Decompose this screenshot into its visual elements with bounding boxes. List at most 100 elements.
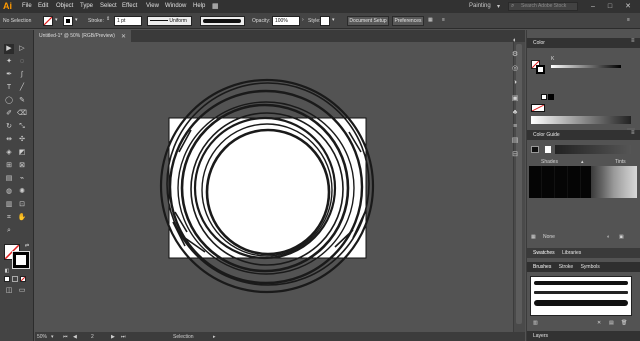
chevron-down-icon[interactable]: ▾ <box>51 334 54 340</box>
appearance-panel-icon[interactable]: ◎ <box>510 64 520 74</box>
stroke-swatch[interactable] <box>536 65 545 74</box>
default-colors-icon[interactable]: ◧ <box>2 266 12 276</box>
stroke-swatch[interactable] <box>63 16 73 26</box>
pen-tool-icon[interactable]: ✒ <box>4 70 14 80</box>
tab-brushes[interactable]: Brushes <box>533 264 551 270</box>
transparency-panel-icon[interactable]: ◑ <box>510 78 520 88</box>
panel-menu-icon[interactable]: ≡ <box>631 38 635 44</box>
artboard-number[interactable]: 2 <box>91 334 94 340</box>
menu-type[interactable]: Type <box>80 3 93 9</box>
panel-menu-icon[interactable]: ≡ <box>631 130 635 136</box>
menu-edit[interactable]: Edit <box>38 3 48 9</box>
black-swatch[interactable] <box>548 94 554 100</box>
chevron-right-icon[interactable]: › <box>302 17 304 23</box>
blend-tool-icon[interactable]: ◍ <box>4 187 14 197</box>
document-tab[interactable]: Untitled-1* @ 50% (RGB/Preview) <box>35 30 131 42</box>
stroke-panel-icon[interactable]: ≡ <box>510 122 520 132</box>
workspace-grid-icon[interactable]: ▦ <box>212 2 219 10</box>
gradient-panel-icon[interactable]: ▤ <box>510 136 520 146</box>
shape-builder-tool-icon[interactable]: ◈ <box>4 148 14 158</box>
width-tool-icon[interactable]: ⇹ <box>4 135 14 145</box>
rotate-tool-icon[interactable]: ↻ <box>4 122 14 132</box>
brush-libraries-icon[interactable]: ▥ <box>533 320 538 326</box>
chevron-down-icon[interactable]: ▾ <box>332 17 335 23</box>
curvature-tool-icon[interactable]: ∫ <box>17 70 27 80</box>
menu-window[interactable]: Window <box>165 3 186 9</box>
gradient-mode-icon[interactable] <box>12 276 18 282</box>
selection-tool-icon[interactable]: ▶ <box>4 44 14 54</box>
gradient-tool-icon[interactable]: ▤ <box>4 174 14 184</box>
line-tool-icon[interactable]: ╱ <box>17 83 27 93</box>
style-label[interactable]: Style: <box>308 18 321 24</box>
align-icon[interactable]: ≡ <box>442 17 445 23</box>
menu-help[interactable]: Help <box>193 3 205 9</box>
artwork-canvas[interactable] <box>35 42 513 332</box>
chevron-down-icon[interactable]: ▾ <box>75 17 78 23</box>
workspace-switcher[interactable]: Painting <box>469 3 491 9</box>
stepper-icon[interactable]: ⇕ <box>106 16 110 22</box>
edit-colors-icon[interactable]: ◐ <box>607 234 610 240</box>
shaper-tool-icon[interactable]: ✐ <box>4 109 14 119</box>
tab-symbols[interactable]: Symbols <box>581 264 600 270</box>
color-guide-header[interactable]: Color Guide <box>527 130 640 140</box>
drawing-modes-icon[interactable]: ◫ <box>4 286 14 296</box>
opacity-field[interactable]: 100% <box>272 16 300 26</box>
tints-grid[interactable] <box>591 166 637 198</box>
brush-library-list[interactable] <box>530 276 632 316</box>
next-artboard-icon[interactable]: ▶ <box>111 334 115 340</box>
tab-stroke[interactable]: Stroke <box>559 264 573 270</box>
graphic-styles-panel-icon[interactable]: ▣ <box>510 94 520 104</box>
menu-select[interactable]: Select <box>100 3 117 9</box>
color-mode-icon[interactable] <box>4 276 10 282</box>
close-button[interactable]: ✕ <box>621 2 635 11</box>
layers-panel-header[interactable]: Layers <box>527 331 640 341</box>
panel-menu-icon[interactable]: ≡ <box>627 17 630 23</box>
brush-options-icon[interactable]: ▤ <box>609 320 614 326</box>
status-menu-icon[interactable]: ▸ <box>213 334 216 340</box>
direct-selection-tool-icon[interactable]: ▷ <box>17 44 27 54</box>
color-spectrum-bar[interactable] <box>531 116 631 124</box>
brush-definition[interactable] <box>200 16 245 26</box>
delete-brush-icon[interactable]: 🗑 <box>621 320 627 326</box>
menu-file[interactable]: File <box>22 3 32 9</box>
brush-sample-2[interactable] <box>534 291 628 294</box>
chevron-down-icon[interactable]: ▾ <box>55 17 58 23</box>
ellipse-tool-icon[interactable]: ◯ <box>4 96 14 106</box>
harmony-white-swatch[interactable] <box>545 146 551 153</box>
hand-tool-icon[interactable]: ✋ <box>17 213 27 223</box>
live-paint-tool-icon[interactable]: ◩ <box>17 148 27 158</box>
swap-colors-icon[interactable]: ⇄ <box>22 241 32 251</box>
perspective-grid-tool-icon[interactable]: ⊞ <box>4 161 14 171</box>
remove-brush-stroke-icon[interactable]: ✕ <box>597 320 601 326</box>
stroke-label[interactable]: Stroke: <box>88 18 104 24</box>
type-tool-icon[interactable]: T <box>4 83 14 93</box>
last-artboard-icon[interactable]: ⏭ <box>121 334 126 340</box>
previous-artboard-icon[interactable]: ◀ <box>73 334 77 340</box>
document-setup-button[interactable]: Document Setup <box>347 16 389 26</box>
base-color-swatch[interactable] <box>531 146 539 153</box>
stroke-weight-field[interactable]: 1 pt <box>114 16 142 26</box>
color-panel-header[interactable]: Color <box>527 38 640 48</box>
zoom-level[interactable]: 50% <box>37 334 47 340</box>
menu-effect[interactable]: Effect <box>122 3 137 9</box>
align-panel-icon[interactable]: ⊟ <box>510 150 520 160</box>
document-grid-icon[interactable]: ▦ <box>428 17 433 23</box>
k-slider[interactable] <box>551 65 621 68</box>
column-graph-tool-icon[interactable]: ▥ <box>4 200 14 210</box>
brush-sample-1[interactable] <box>534 281 628 285</box>
preferences-button[interactable]: Preferences <box>392 16 424 26</box>
maximize-button[interactable]: □ <box>603 2 617 11</box>
chevron-down-icon[interactable]: ▾ <box>497 3 500 10</box>
save-group-icon[interactable]: ▣ <box>619 234 624 240</box>
symbol-sprayer-tool-icon[interactable]: ✺ <box>17 187 27 197</box>
magic-wand-tool-icon[interactable]: ✦ <box>4 57 14 67</box>
tab-libraries[interactable]: Libraries <box>562 250 581 256</box>
scale-tool-icon[interactable]: ⤡ <box>17 122 27 132</box>
none-mode-icon[interactable] <box>20 276 26 282</box>
stroke-color-swatch[interactable] <box>12 251 30 269</box>
none-color-swatch[interactable] <box>531 104 545 112</box>
color-panel-icon[interactable]: ◐ <box>510 36 520 46</box>
mesh-tool-icon[interactable]: ⊠ <box>17 161 27 171</box>
puppet-warp-tool-icon[interactable]: ✣ <box>17 135 27 145</box>
close-tab-icon[interactable]: ✕ <box>121 33 126 40</box>
